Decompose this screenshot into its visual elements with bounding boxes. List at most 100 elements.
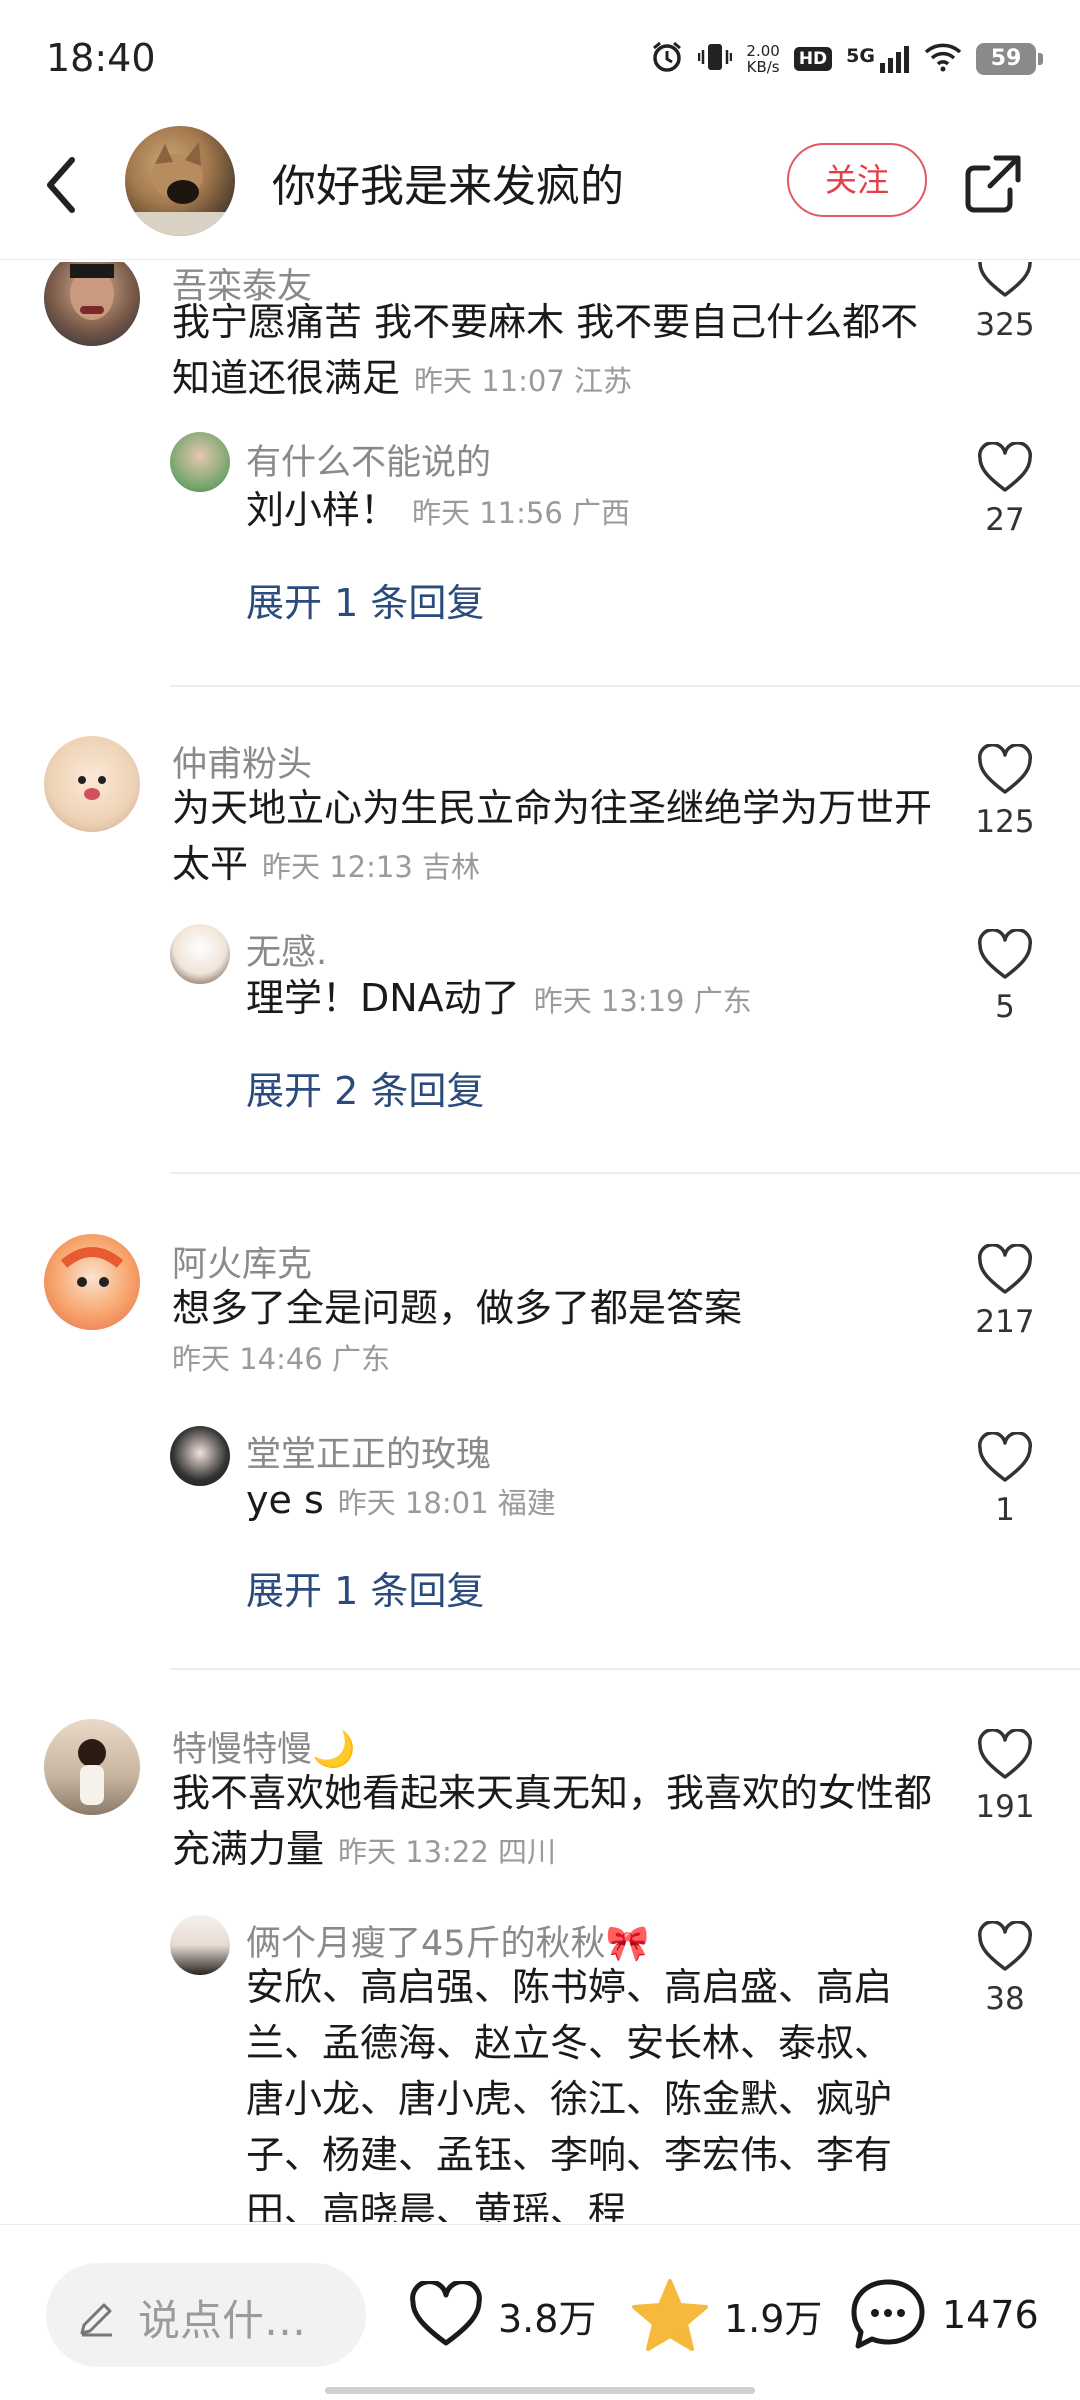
nav-header: 你好我是来发疯的 关注 xyxy=(0,110,1080,260)
like-button[interactable]: 191 xyxy=(970,1729,1040,1825)
status-time: 18:40 xyxy=(46,36,156,80)
reply-like-button[interactable]: 38 xyxy=(970,1921,1040,2017)
alarm-icon xyxy=(650,40,684,78)
commenter-avatar[interactable] xyxy=(44,736,140,832)
reply-time: 昨天 11:56 xyxy=(412,496,563,530)
reply-text[interactable]: 刘小样！ 昨天 11:56 广西 xyxy=(246,482,926,541)
reply-like-button[interactable]: 1 xyxy=(970,1432,1040,1528)
like-count: 1 xyxy=(995,1492,1015,1528)
like-count: 217 xyxy=(975,1304,1035,1340)
signal-icon: 5G xyxy=(846,45,910,73)
expand-replies-button[interactable]: 展开 1 条回复 xyxy=(246,1560,484,1615)
expand-replies-button[interactable]: 展开 2 条回复 xyxy=(246,1060,484,1115)
comment-item: 仲甫粉头 为天地立心为生民立命为往圣继绝学为万世开太平 昨天 12:13 吉林 1… xyxy=(0,724,1080,1224)
comment-list[interactable]: 吾栾泰友 我宁愿痛苦 我不要麻木 我不要自己什么都不知道还很满足 昨天 11:07… xyxy=(0,262,1080,2222)
author-avatar[interactable] xyxy=(125,126,235,236)
reply-name[interactable]: 有什么不能说的 xyxy=(246,434,491,485)
heart-icon xyxy=(410,2281,482,2346)
reply-avatar[interactable] xyxy=(170,432,230,492)
heart-icon xyxy=(978,929,1032,979)
like-count: 125 xyxy=(975,804,1035,840)
back-button[interactable] xyxy=(38,150,88,220)
like-count: 38 xyxy=(985,1981,1025,2017)
bottom-action-bar: 说点什… 3.8万 1.9万 1476 xyxy=(0,2224,1080,2400)
like-button[interactable]: 125 xyxy=(970,744,1040,840)
battery-icon: 59 xyxy=(976,43,1043,75)
heart-icon xyxy=(978,262,1032,297)
star-icon xyxy=(632,2279,708,2351)
heart-icon xyxy=(978,442,1032,492)
comments-button[interactable]: 1476 xyxy=(848,2265,1039,2365)
home-indicator[interactable] xyxy=(325,2387,755,2394)
reply-location: 广西 xyxy=(572,496,631,530)
heart-icon xyxy=(978,1921,1032,1971)
like-button[interactable]: 325 xyxy=(970,262,1040,343)
comment-location: 江苏 xyxy=(574,364,633,398)
share-button[interactable] xyxy=(960,150,1026,216)
commenter-avatar[interactable] xyxy=(44,1719,140,1815)
follow-button[interactable]: 关注 xyxy=(787,143,927,217)
comment-item: 吾栾泰友 我宁愿痛苦 我不要麻木 我不要自己什么都不知道还很满足 昨天 11:07… xyxy=(0,262,1080,722)
like-count: 191 xyxy=(975,1789,1035,1825)
comment-text[interactable]: 为天地立心为生民立命为往圣继绝学为万世开太平 昨天 12:13 吉林 xyxy=(172,780,932,895)
favorite-count: 1.9万 xyxy=(724,2296,823,2341)
comment-location: 四川 xyxy=(498,1835,557,1869)
page-title: 你好我是来发疯的 xyxy=(272,161,624,212)
reply-name[interactable]: 无感. xyxy=(246,924,327,975)
reply-name[interactable]: 堂堂正正的玫瑰 xyxy=(246,1426,491,1477)
reply-avatar[interactable] xyxy=(170,1426,230,1486)
wifi-icon xyxy=(924,42,962,76)
vibrate-icon xyxy=(698,40,733,78)
comment-item: 特慢特慢🌙 我不喜欢她看起来天真无知，我喜欢的女性都充满力量 昨天 13:22 四… xyxy=(0,1707,1080,2222)
comment-time: 昨天 13:22 xyxy=(338,1835,489,1869)
heart-icon xyxy=(978,1729,1032,1779)
comment-time: 昨天 11:07 xyxy=(414,364,565,398)
comment-meta: 昨天 14:46 广东 xyxy=(172,1336,390,1378)
reply-like-button[interactable]: 5 xyxy=(970,929,1040,1025)
comment-time: 昨天 14:46 xyxy=(172,1342,323,1376)
reply-avatar[interactable] xyxy=(170,1915,230,1975)
comment-input-placeholder: 说点什… xyxy=(138,2296,307,2345)
comment-text[interactable]: 想多了全是问题，做多了都是答案 xyxy=(172,1280,932,1336)
heart-icon xyxy=(978,1244,1032,1294)
comment-input[interactable]: 说点什… xyxy=(46,2263,366,2367)
comment-location: 广东 xyxy=(332,1342,391,1376)
comment-time: 昨天 12:13 xyxy=(262,850,413,884)
comment-count: 1476 xyxy=(942,2293,1039,2337)
heart-icon xyxy=(978,744,1032,794)
pen-icon xyxy=(80,2303,112,2337)
comment-location: 吉林 xyxy=(422,850,481,884)
expand-replies-button[interactable]: 展开 1 条回复 xyxy=(246,572,484,627)
like-count: 5 xyxy=(995,989,1015,1025)
hd-badge: HD xyxy=(793,47,833,71)
reply-location: 福建 xyxy=(497,1486,556,1520)
net-speed: 2.00 KB/s xyxy=(746,42,780,76)
like-button[interactable]: 217 xyxy=(970,1244,1040,1340)
reply-time: 昨天 13:19 xyxy=(533,984,685,1018)
comment-text[interactable]: 我不喜欢她看起来天真无知，我喜欢的女性都充满力量 昨天 13:22 四川 xyxy=(172,1765,932,1880)
divider xyxy=(170,685,1080,687)
favorite-button[interactable]: 1.9万 xyxy=(630,2265,822,2365)
reply-avatar[interactable] xyxy=(170,924,230,984)
commenter-avatar[interactable] xyxy=(44,1234,140,1330)
comment-bubble-icon xyxy=(851,2279,925,2349)
heart-icon xyxy=(978,1432,1032,1482)
back-arrow-icon xyxy=(47,157,75,213)
comment-item: 阿火库克 想多了全是问题，做多了都是答案 昨天 14:46 广东 217 堂堂正… xyxy=(0,1222,1080,1712)
reply-location: 广东 xyxy=(693,984,752,1018)
divider xyxy=(170,1668,1080,1670)
reply-text[interactable]: ye s 昨天 18:01 福建 xyxy=(246,1472,926,1531)
status-icons: 2.00 KB/s HD 5G 59 xyxy=(650,36,1043,82)
commenter-avatar[interactable] xyxy=(44,262,140,346)
reply-text[interactable]: 安欣、高启强、陈书婷、高启盛、高启兰、孟德海、赵立冬、安长林、泰叔、唐小龙、唐小… xyxy=(246,1959,926,2222)
reply-like-button[interactable]: 27 xyxy=(970,442,1040,538)
divider xyxy=(170,1172,1080,1174)
reply-time: 昨天 18:01 xyxy=(337,1486,489,1520)
comment-text[interactable]: 我宁愿痛苦 我不要麻木 我不要自己什么都不知道还很满足 昨天 11:07 江苏 xyxy=(172,294,932,409)
like-post-button[interactable]: 3.8万 xyxy=(408,2265,596,2365)
like-count: 27 xyxy=(985,502,1025,538)
like-count: 325 xyxy=(975,307,1035,343)
status-bar: 18:40 2.00 KB/s HD 5G 59 xyxy=(0,0,1080,110)
share-icon xyxy=(965,155,1021,213)
reply-text[interactable]: 理学！DNA动了 昨天 13:19 广东 xyxy=(246,970,926,1029)
